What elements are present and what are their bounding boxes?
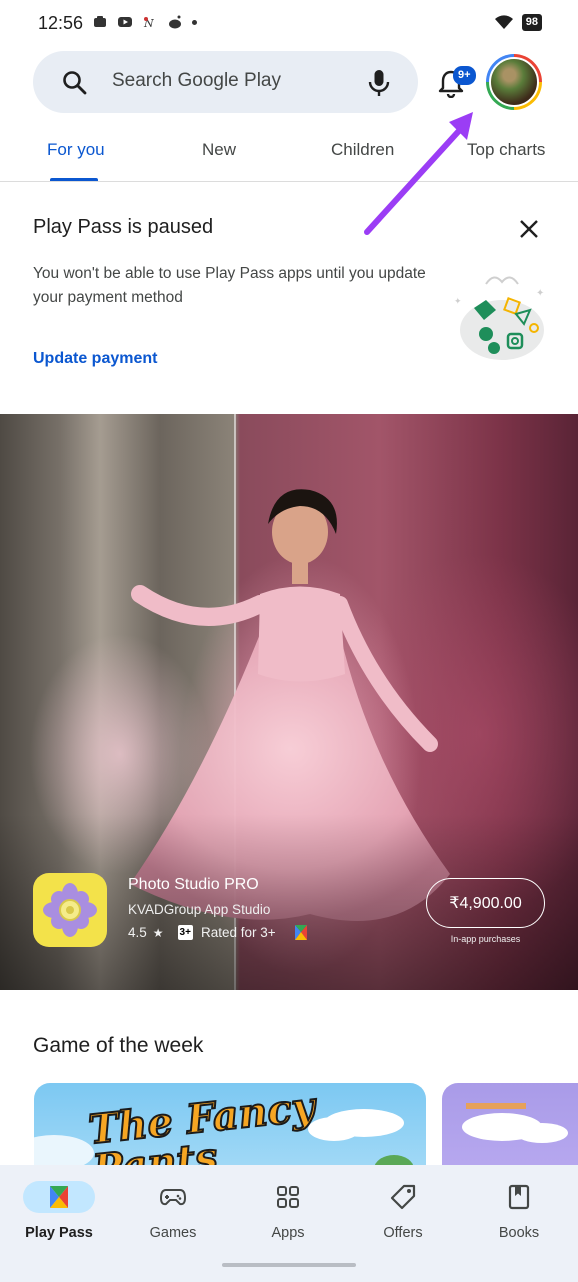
nav-apps[interactable]: Apps	[230, 1181, 346, 1251]
photo-studio-app-icon[interactable]	[33, 873, 107, 947]
status-system-icons: 98	[494, 14, 542, 31]
nav-books[interactable]: Books	[461, 1181, 577, 1251]
nav-label-books: Books	[498, 1225, 540, 1241]
more-notifications-dot	[192, 19, 197, 25]
price-button[interactable]: ₹4,900.00	[426, 878, 545, 928]
play-pass-icon	[50, 1186, 68, 1208]
nav-pill	[137, 1181, 209, 1213]
battery-indicator: 98	[521, 14, 542, 31]
update-payment-link[interactable]: Update payment	[33, 350, 157, 368]
play-pass-gift-illustration: ✦ ✦	[454, 276, 544, 360]
status-time: 12:56	[38, 13, 84, 33]
nav-label-play-pass: Play Pass	[25, 1225, 93, 1241]
annotation-arrow-icon	[364, 112, 473, 235]
svg-text:✦: ✦	[536, 288, 544, 299]
app-developer: KVADGroup App Studio	[128, 902, 271, 917]
wifi-icon	[494, 14, 513, 29]
nav-label-apps: Apps	[271, 1225, 305, 1241]
account-avatar[interactable]	[486, 54, 542, 110]
notification-count-badge: 9+	[453, 66, 476, 85]
message-icon	[94, 16, 106, 27]
flower-icon	[43, 883, 97, 937]
avatar-photo	[489, 57, 539, 107]
close-icon[interactable]	[516, 216, 542, 242]
nav-offers[interactable]: Offers	[345, 1181, 461, 1251]
svg-text:✦: ✦	[454, 296, 462, 306]
nav-pill	[367, 1181, 439, 1213]
app-meta-row: 4.5 ★ 3+ Rated for 3+	[128, 924, 308, 941]
in-app-purchases-note: In-app purchases	[450, 934, 521, 944]
apps-grid-icon	[277, 1186, 299, 1208]
nav-games[interactable]: Games	[115, 1181, 231, 1251]
nav-label-games: Games	[149, 1225, 197, 1241]
tab-new[interactable]: New	[202, 140, 236, 160]
nav-label-offers: Offers	[383, 1225, 423, 1241]
nav-play-pass[interactable]: Play Pass	[1, 1181, 117, 1251]
app-name[interactable]: Photo Studio PRO	[128, 876, 259, 894]
status-bar: 12:56 N 98	[0, 0, 578, 46]
star-icon: ★	[152, 925, 164, 940]
featured-app-banner[interactable]: Photo Studio PRO KVADGroup App Studio 4.…	[0, 414, 578, 990]
top-tabs: For you New Children Top charts	[0, 130, 578, 182]
nav-active-pill	[23, 1181, 95, 1213]
nav-pill	[483, 1181, 555, 1213]
reddit-icon	[169, 15, 181, 29]
play-pass-icon	[294, 925, 307, 940]
youtube-icon	[118, 17, 132, 27]
microphone-icon[interactable]	[366, 68, 392, 98]
tab-for-you[interactable]: For you	[47, 140, 105, 160]
tabs-divider	[0, 181, 578, 182]
gamepad-icon	[159, 1189, 187, 1206]
search-icon[interactable]	[61, 69, 89, 97]
tag-icon	[390, 1184, 416, 1210]
age-rating-badge: 3+	[177, 925, 193, 940]
app-notification-icon: N	[143, 17, 154, 30]
game-of-the-week-heading: Game of the week	[33, 1034, 204, 1057]
search-input[interactable]	[112, 70, 352, 92]
nav-pill	[252, 1181, 324, 1213]
app-rating: 4.5	[128, 925, 147, 940]
status-notification-icons: N	[92, 14, 197, 30]
age-rating-text: Rated for 3+	[200, 925, 276, 940]
bookmark-icon	[508, 1184, 530, 1210]
play-pass-card-description: You won't be able to use Play Pass apps …	[33, 265, 426, 306]
play-pass-card-title: Play Pass is paused	[33, 216, 214, 238]
home-gesture-bar[interactable]	[222, 1263, 356, 1267]
